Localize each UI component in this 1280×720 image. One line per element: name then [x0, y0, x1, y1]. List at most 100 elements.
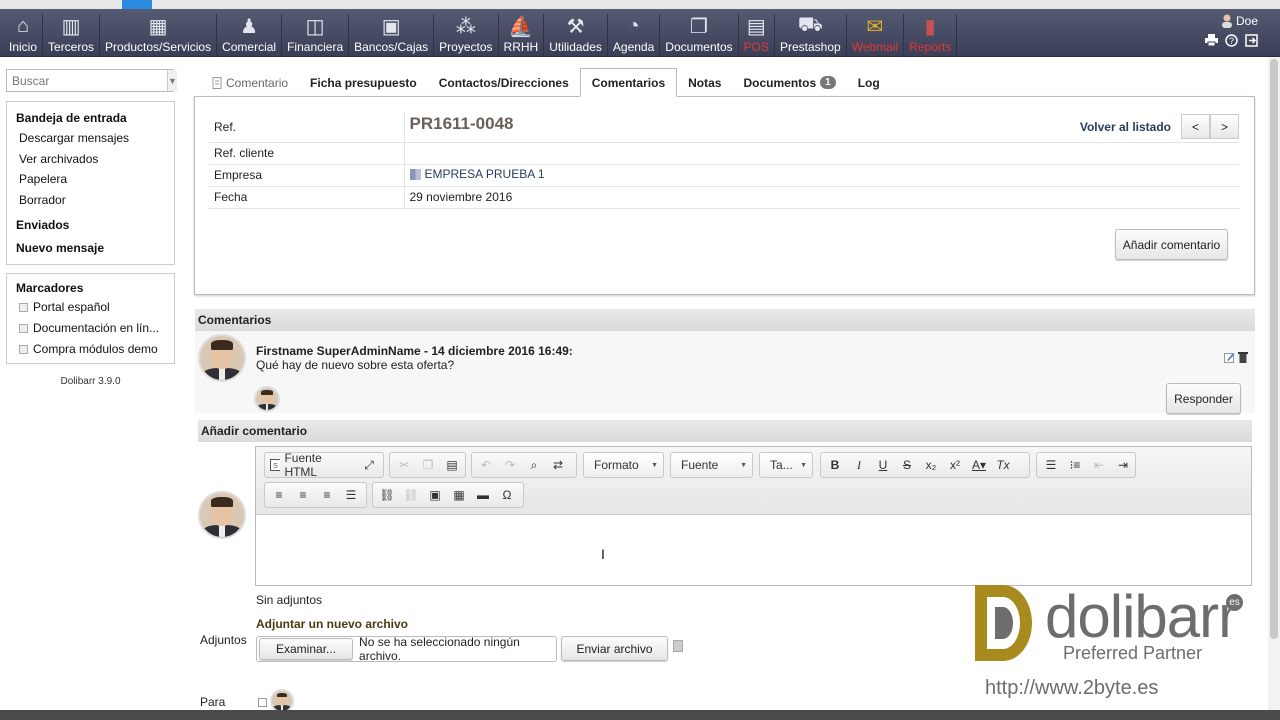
file-input: Examinar... No se ha seleccionado ningún…: [256, 635, 557, 663]
delete-icon[interactable]: [1238, 351, 1248, 363]
menu-item-reports[interactable]: ▮ Reports: [904, 14, 958, 57]
menu-item-tools[interactable]: ⚒ Utilidades: [544, 14, 608, 57]
archived-link[interactable]: Ver archivados: [7, 149, 174, 170]
tab-notes[interactable]: Notas: [677, 68, 732, 97]
dolibarr-partner-logo: dolibarr es Preferred Partner http://www…: [975, 585, 1245, 705]
format-select[interactable]: Formato ▼: [583, 452, 664, 478]
justify-icon[interactable]: ☰: [340, 485, 362, 505]
font-select[interactable]: Fuente ▼: [670, 452, 753, 478]
numbered-list-icon[interactable]: ☰: [1040, 455, 1062, 475]
menu-item-cart[interactable]: ⛟ Prestashop: [775, 14, 847, 57]
no-file-selected: No se ha seleccionado ningún archivo.: [359, 635, 520, 663]
bulleted-list-icon[interactable]: ⁝≡: [1064, 455, 1086, 475]
menu-item-home[interactable]: ⌂ Inicio: [4, 14, 44, 57]
menu-item-hr[interactable]: ⛵ RRHH: [499, 14, 545, 57]
user-box: Doe ?: [1204, 14, 1258, 47]
back-to-list-link[interactable]: Volver al listado: [1080, 120, 1171, 134]
search-dropdown-icon[interactable]: ▼: [167, 70, 177, 91]
menu-item-bank[interactable]: ▣ Bancos/Cajas: [349, 14, 435, 57]
search-input[interactable]: [7, 70, 167, 91]
chevron-down-icon: ▼: [740, 461, 747, 469]
bookmark-item[interactable]: Documentación en lín...: [7, 318, 174, 339]
menu-item-documents[interactable]: ❐ Documentos: [660, 14, 739, 57]
maximize-icon[interactable]: ⤢: [358, 455, 380, 475]
remove-format-icon[interactable]: Tx: [992, 455, 1014, 475]
reply-button[interactable]: Responder: [1166, 383, 1241, 414]
documents-count-badge: 1: [820, 76, 836, 89]
menu-item-cash-register[interactable]: ▤ POS: [739, 14, 775, 57]
new-message-link[interactable]: Nuevo mensaje: [7, 238, 174, 258]
menu-item-label: Prestashop: [780, 40, 841, 54]
source-html-button[interactable]: S Fuente HTML: [268, 451, 356, 479]
sent-link[interactable]: Enviados: [7, 215, 174, 235]
company-link[interactable]: EMPRESA PRUEBA 1: [409, 167, 545, 181]
tab-log[interactable]: Log: [847, 68, 891, 97]
editor-content-area[interactable]: I: [256, 516, 1251, 586]
browse-button[interactable]: Examinar...: [259, 638, 354, 660]
help-icon[interactable]: ?: [1224, 33, 1238, 47]
find-icon[interactable]: ⌕: [523, 455, 545, 475]
tab-documents[interactable]: Documentos 1: [732, 68, 846, 97]
tab-quote-card[interactable]: Ficha presupuesto: [299, 68, 428, 97]
redo-icon[interactable]: ↷: [499, 455, 521, 475]
menu-item-boxes[interactable]: ▦ Productos/Servicios: [100, 14, 218, 57]
ref-cell: PR1611-0048 Volver al listado < >: [404, 112, 1239, 143]
menu-item-project[interactable]: ⁂ Proyectos: [434, 14, 499, 57]
bold-icon[interactable]: B: [824, 455, 846, 475]
align-right-icon[interactable]: ≡: [316, 485, 338, 505]
prev-record-button[interactable]: <: [1181, 114, 1210, 140]
inbox-title[interactable]: Bandeja de entrada: [7, 108, 174, 128]
comment-text: Qué hay de nuevo sobre esta oferta?: [256, 358, 455, 372]
superscript-icon[interactable]: x²: [944, 455, 966, 475]
menu-item-finance[interactable]: ◫ Financiera: [282, 14, 350, 57]
drafts-link[interactable]: Borrador: [7, 190, 174, 211]
send-file-button[interactable]: Enviar archivo: [561, 636, 668, 661]
text-color-icon[interactable]: A▾: [968, 455, 990, 475]
outdent-icon[interactable]: ⇤: [1088, 455, 1110, 475]
indent-icon[interactable]: ⇥: [1112, 455, 1134, 475]
cash-register-icon: ▤: [746, 15, 766, 38]
comments-section-title: Comentarios: [195, 309, 1255, 331]
copy-icon[interactable]: ❐: [417, 455, 439, 475]
undo-find-group: ↶ ↷ ⌕ ⇄: [471, 452, 577, 478]
menu-item-buildings[interactable]: ▥ Terceros: [43, 14, 101, 57]
edit-icon[interactable]: [1224, 351, 1235, 363]
subscript-icon[interactable]: x₂: [920, 455, 942, 475]
scrollbar-thumb[interactable]: [1270, 59, 1278, 639]
menu-item-agenda[interactable]: ◔ Agenda: [608, 14, 661, 57]
underline-icon[interactable]: U: [872, 455, 894, 475]
link-icon[interactable]: ⛓: [376, 485, 398, 505]
help-tooltip-icon[interactable]: [673, 640, 683, 652]
table-icon[interactable]: ▦: [448, 485, 470, 505]
undo-icon[interactable]: ↶: [475, 455, 497, 475]
menu-item-mail[interactable]: ✉ Webmail: [847, 14, 905, 57]
menu-item-commercial[interactable]: ♟ Comercial: [217, 14, 283, 57]
page-scrollbar[interactable]: [1268, 57, 1280, 710]
next-record-button[interactable]: >: [1210, 114, 1239, 140]
add-comment-button[interactable]: Añadir comentario: [1115, 229, 1228, 260]
replace-icon[interactable]: ⇄: [547, 455, 569, 475]
user-name[interactable]: Doe: [1204, 14, 1258, 28]
download-messages-link[interactable]: Descargar mensajes: [7, 128, 174, 149]
align-left-icon[interactable]: ≡: [268, 485, 290, 505]
menu-item-label: Terceros: [48, 40, 95, 54]
print-icon[interactable]: [1204, 33, 1218, 47]
bookmark-item[interactable]: Portal español: [7, 297, 174, 318]
trash-link[interactable]: Papelera: [7, 169, 174, 190]
align-center-icon[interactable]: ≡: [292, 485, 314, 505]
bookmarks-title[interactable]: Marcadores: [7, 280, 174, 297]
unlink-icon[interactable]: ⛓: [400, 485, 422, 505]
strikethrough-icon[interactable]: S: [896, 455, 918, 475]
horizontal-line-icon[interactable]: ▬: [472, 485, 494, 505]
tab-contacts[interactable]: Contactos/Direcciones: [428, 68, 580, 97]
recipient-checkbox[interactable]: [258, 698, 267, 707]
logout-icon[interactable]: [1244, 33, 1258, 47]
special-char-icon[interactable]: Ω: [496, 485, 518, 505]
image-icon[interactable]: ▣: [424, 485, 446, 505]
size-select[interactable]: Ta... ▼: [759, 452, 813, 478]
paste-icon[interactable]: ▤: [441, 455, 463, 475]
tab-comments[interactable]: Comentarios: [579, 68, 678, 97]
bookmark-item[interactable]: Compra módulos demo: [7, 339, 174, 360]
cut-icon[interactable]: ✂: [393, 455, 415, 475]
italic-icon[interactable]: I: [848, 455, 870, 475]
